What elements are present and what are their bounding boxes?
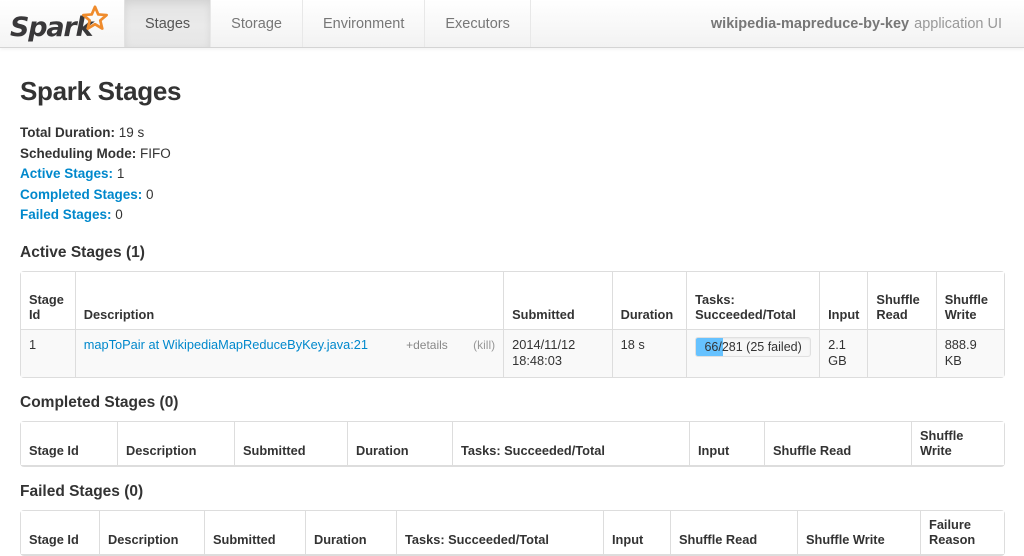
col-shuffle-write[interactable]: Shuffle Write [937, 272, 1004, 330]
failed-stages-heading: Failed Stages (0) [20, 483, 1004, 501]
col-shuffle-write[interactable]: Shuffle Write [798, 511, 921, 555]
summary-completed-stages-value: 0 [146, 187, 154, 202]
summary-total-duration-value: 19 s [119, 125, 145, 140]
col-shuffle-read[interactable]: Shuffle Read [671, 511, 798, 555]
summary-scheduling-mode-label: Scheduling Mode: [20, 146, 136, 161]
col-shuffle-read[interactable]: Shuffle Read [765, 422, 912, 466]
summary-scheduling-mode: Scheduling Mode: FIFO [20, 144, 1004, 165]
col-duration[interactable]: Duration [348, 422, 453, 466]
description-actions: +details (kill) [406, 337, 495, 353]
col-shuffle-read[interactable]: Shuffle Read [868, 272, 936, 330]
summary-scheduling-mode-value: FIFO [140, 146, 171, 161]
summary-completed-stages: Completed Stages: 0 [20, 185, 1004, 206]
col-stage-id[interactable]: Stage Id [21, 272, 76, 330]
cell-shuffle-write: 888.9 KB [937, 330, 1004, 377]
summary-failed-stages-link[interactable]: Failed Stages: [20, 207, 112, 222]
task-progress-bar: 66/281 (25 failed) [695, 337, 811, 357]
summary-total-duration-label: Total Duration: [20, 125, 115, 140]
completed-stages-table: Stage Id Description Submitted Duration … [20, 421, 1005, 467]
summary-active-stages-value: 1 [117, 166, 125, 181]
tab-environment[interactable]: Environment [303, 0, 425, 47]
failed-stages-table-head: Stage Id Description Submitted Duration … [21, 511, 1004, 555]
cell-input: 2.1 GB [820, 330, 868, 377]
active-stages-table-body: 1 mapToPair at WikipediaMapReduceByKey.j… [21, 330, 1004, 377]
top-navbar: Spark Stages Storage Environment Executo… [0, 0, 1024, 48]
cell-shuffle-read [868, 330, 936, 377]
navbar-app-title: wikipedia-mapreduce-by-key application U… [711, 0, 1024, 47]
summary-active-stages-link[interactable]: Active Stages: [20, 166, 113, 181]
col-failure-reason[interactable]: Failure Reason [921, 511, 1004, 555]
col-tasks[interactable]: Tasks: Succeeded/Total [453, 422, 690, 466]
col-input[interactable]: Input [604, 511, 671, 555]
table-row: 1 mapToPair at WikipediaMapReduceByKey.j… [21, 330, 1004, 377]
col-duration[interactable]: Duration [613, 272, 688, 330]
col-submitted[interactable]: Submitted [235, 422, 348, 466]
col-stage-id[interactable]: Stage Id [21, 511, 100, 555]
completed-stages-heading: Completed Stages (0) [20, 394, 1004, 412]
application-name: wikipedia-mapreduce-by-key [711, 16, 909, 32]
table-header-row: Stage Id Description Submitted Duration … [21, 422, 1004, 466]
tab-executors[interactable]: Executors [425, 0, 530, 47]
cell-stage-id: 1 [21, 330, 76, 377]
col-description[interactable]: Description [100, 511, 205, 555]
table-header-row: Stage Id Description Submitted Duration … [21, 511, 1004, 555]
col-tasks[interactable]: Tasks: Succeeded/Total [397, 511, 604, 555]
page-title: Spark Stages [20, 76, 1004, 107]
col-submitted[interactable]: Submitted [205, 511, 306, 555]
active-stages-table-head: Stage Id Description Submitted Duration … [21, 272, 1004, 330]
tab-stages[interactable]: Stages [125, 0, 211, 47]
cell-description: mapToPair at WikipediaMapReduceByKey.jav… [76, 330, 504, 377]
task-progress-label: 66/281 (25 failed) [696, 338, 810, 356]
col-tasks[interactable]: Tasks: Succeeded/Total [687, 272, 820, 330]
col-submitted[interactable]: Submitted [504, 272, 612, 330]
col-input[interactable]: Input [690, 422, 765, 466]
tab-storage[interactable]: Storage [211, 0, 303, 47]
col-stage-id[interactable]: Stage Id [21, 422, 118, 466]
stages-summary-list: Total Duration: 19 s Scheduling Mode: FI… [20, 123, 1004, 226]
star-icon [80, 5, 110, 34]
summary-failed-stages-value: 0 [115, 207, 123, 222]
summary-total-duration: Total Duration: 19 s [20, 123, 1004, 144]
cell-tasks: 66/281 (25 failed) [687, 330, 820, 377]
summary-completed-stages-link[interactable]: Completed Stages: [20, 187, 142, 202]
summary-active-stages: Active Stages: 1 [20, 164, 1004, 185]
col-description[interactable]: Description [118, 422, 235, 466]
cell-submitted: 2014/11/12 18:48:03 [504, 330, 612, 377]
col-input[interactable]: Input [820, 272, 868, 330]
failed-stages-table: Stage Id Description Submitted Duration … [20, 510, 1005, 556]
nav-tabs: Stages Storage Environment Executors [125, 0, 531, 47]
stage-description-link[interactable]: mapToPair at WikipediaMapReduceByKey.jav… [84, 337, 368, 352]
col-description[interactable]: Description [76, 272, 504, 330]
cell-duration: 18 s [613, 330, 688, 377]
application-ui-suffix: application UI [914, 16, 1002, 32]
completed-stages-table-head: Stage Id Description Submitted Duration … [21, 422, 1004, 466]
table-header-row: Stage Id Description Submitted Duration … [21, 272, 1004, 330]
main-content: Spark Stages Total Duration: 19 s Schedu… [0, 76, 1024, 556]
col-duration[interactable]: Duration [306, 511, 397, 555]
spark-logo[interactable]: Spark [0, 0, 125, 47]
active-stages-table: Stage Id Description Submitted Duration … [20, 271, 1005, 378]
kill-stage-link[interactable]: (kill) [473, 338, 495, 352]
col-shuffle-write[interactable]: Shuffle Write [912, 422, 1004, 466]
details-toggle[interactable]: +details [406, 338, 448, 352]
summary-failed-stages: Failed Stages: 0 [20, 205, 1004, 226]
active-stages-heading: Active Stages (1) [20, 244, 1004, 262]
